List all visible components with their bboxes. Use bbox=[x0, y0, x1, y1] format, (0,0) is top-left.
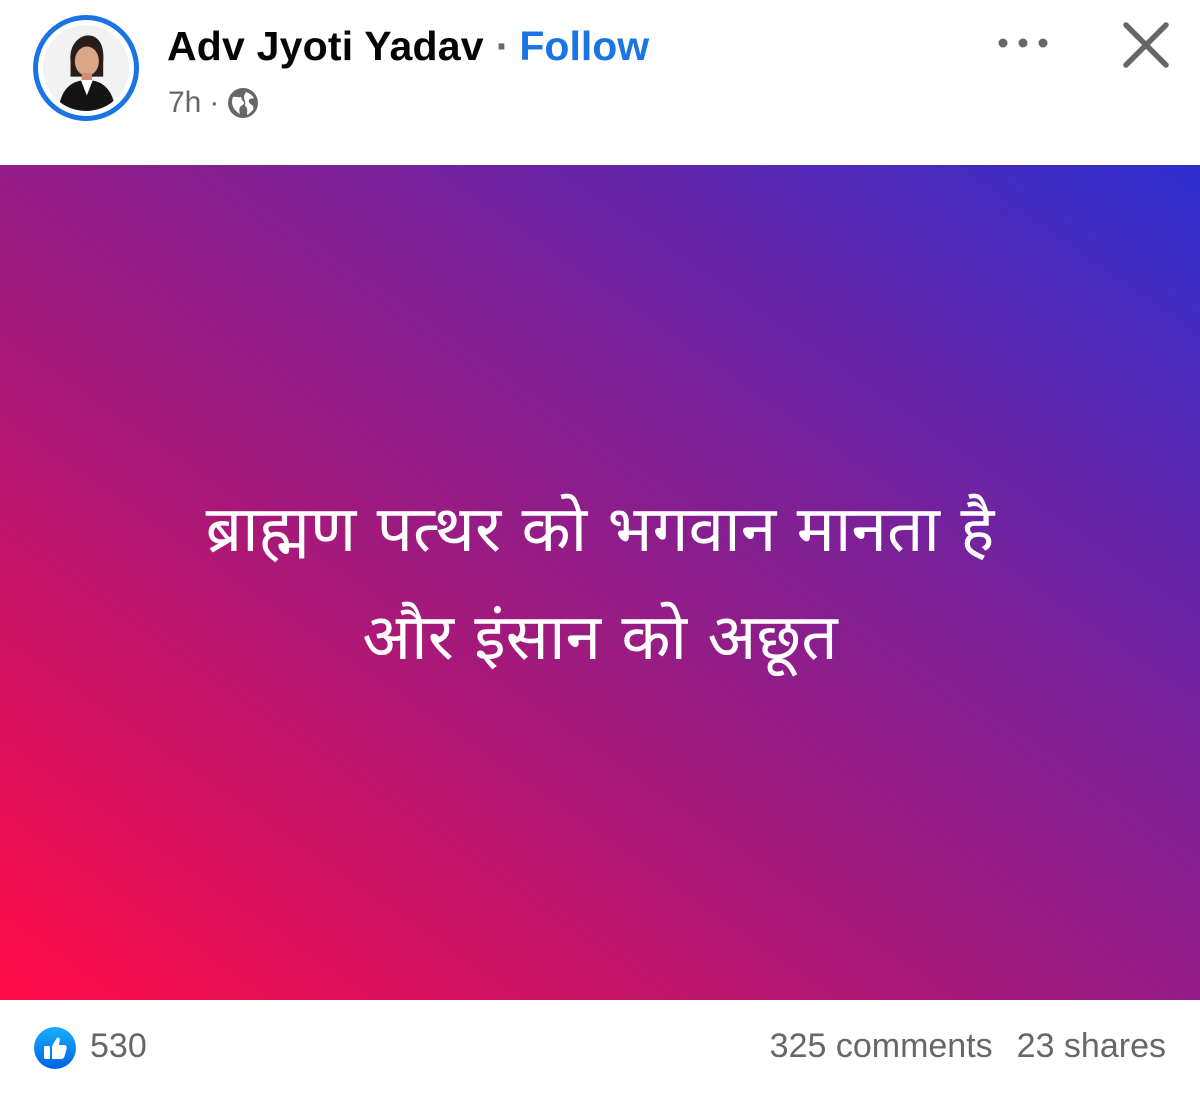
follow-button[interactable]: Follow bbox=[519, 23, 649, 70]
post-text-card[interactable]: ब्राह्मण पत्थर को भगवान मानता है और इंसा… bbox=[0, 165, 1200, 1000]
like-icon[interactable] bbox=[33, 1026, 77, 1070]
globe-icon bbox=[228, 88, 259, 118]
post-stats-bar: 530 325 comments 23 shares bbox=[0, 1000, 1200, 1098]
author-avatar-image bbox=[43, 25, 129, 111]
engagement-stats: 325 comments 23 shares bbox=[770, 1026, 1166, 1066]
shares-count[interactable]: 23 shares bbox=[1017, 1026, 1166, 1066]
post-text-line-1: ब्राह्मण पत्थर को भगवान मानता है bbox=[205, 492, 995, 567]
post-text: ब्राह्मण पत्थर को भगवान मानता है और इंसा… bbox=[206, 476, 995, 692]
comments-count[interactable]: 325 comments bbox=[770, 1026, 993, 1066]
more-options-button[interactable] bbox=[992, 22, 1054, 64]
author-avatar[interactable] bbox=[33, 15, 139, 121]
author-name[interactable]: Adv Jyoti Yadav bbox=[167, 23, 484, 70]
author-separator: · bbox=[495, 22, 510, 69]
author-line: Adv Jyoti Yadav · Follow bbox=[167, 20, 649, 72]
post-text-line-2: और इंसान को अछूत bbox=[362, 600, 838, 675]
post-meta: 7h · bbox=[168, 82, 259, 124]
meta-separator: · bbox=[209, 86, 220, 119]
more-options-icon bbox=[998, 38, 1048, 48]
post-timestamp[interactable]: 7h bbox=[168, 86, 201, 120]
reaction-count[interactable]: 530 bbox=[90, 1026, 147, 1066]
post-header: Adv Jyoti Yadav · Follow 7h · bbox=[0, 0, 1200, 165]
close-icon[interactable] bbox=[1118, 17, 1174, 73]
